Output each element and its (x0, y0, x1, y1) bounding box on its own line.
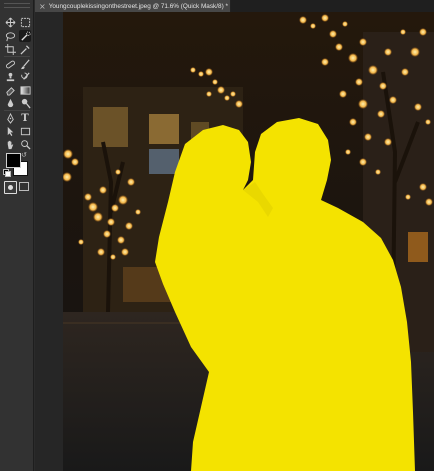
healing-brush-icon[interactable] (4, 58, 16, 70)
brush-icon[interactable] (19, 58, 31, 70)
gradient-icon[interactable] (19, 84, 31, 96)
dodge-icon[interactable] (19, 97, 31, 109)
hand-icon[interactable] (4, 138, 16, 150)
eraser-icon[interactable] (4, 84, 16, 96)
image-canvas[interactable] (63, 12, 434, 471)
pen-icon[interactable] (4, 112, 16, 124)
blur-drop-icon[interactable] (4, 97, 16, 109)
default-colors-icon[interactable] (3, 169, 11, 177)
move-icon[interactable] (4, 16, 16, 28)
panel-grip[interactable] (4, 3, 30, 8)
canvas-area (35, 12, 434, 471)
history-brush-icon[interactable] (19, 71, 31, 83)
lasso-icon[interactable] (4, 30, 16, 42)
rectangle-shape-icon[interactable] (19, 125, 31, 137)
close-icon[interactable]: × (39, 2, 46, 11)
quick-selection-brush-icon[interactable] (19, 30, 31, 42)
photo-with-quick-mask (63, 12, 434, 471)
tools-panel: T ••• ↺ (0, 0, 34, 471)
foreground-color-swatch[interactable] (6, 153, 21, 168)
zoom-icon[interactable] (19, 138, 31, 150)
path-selection-icon[interactable] (4, 125, 16, 137)
screen-mode-button[interactable] (19, 182, 29, 191)
quick-mask-button[interactable] (4, 181, 17, 194)
document-tab[interactable]: × Youngcouplekissingonthestreet.jpeg @ 7… (35, 0, 231, 12)
crop-icon[interactable] (4, 43, 16, 55)
eyedropper-icon[interactable] (19, 43, 31, 55)
swap-colors-icon[interactable]: ↺ (21, 151, 27, 159)
document-title: Youngcouplekissingonthestreet.jpeg @ 71.… (48, 2, 228, 10)
clone-stamp-icon[interactable] (4, 71, 16, 83)
document-tab-bar: × Youngcouplekissingonthestreet.jpeg @ 7… (35, 0, 434, 12)
type-icon[interactable]: T (19, 112, 31, 124)
rect-marquee-icon[interactable] (19, 16, 31, 28)
